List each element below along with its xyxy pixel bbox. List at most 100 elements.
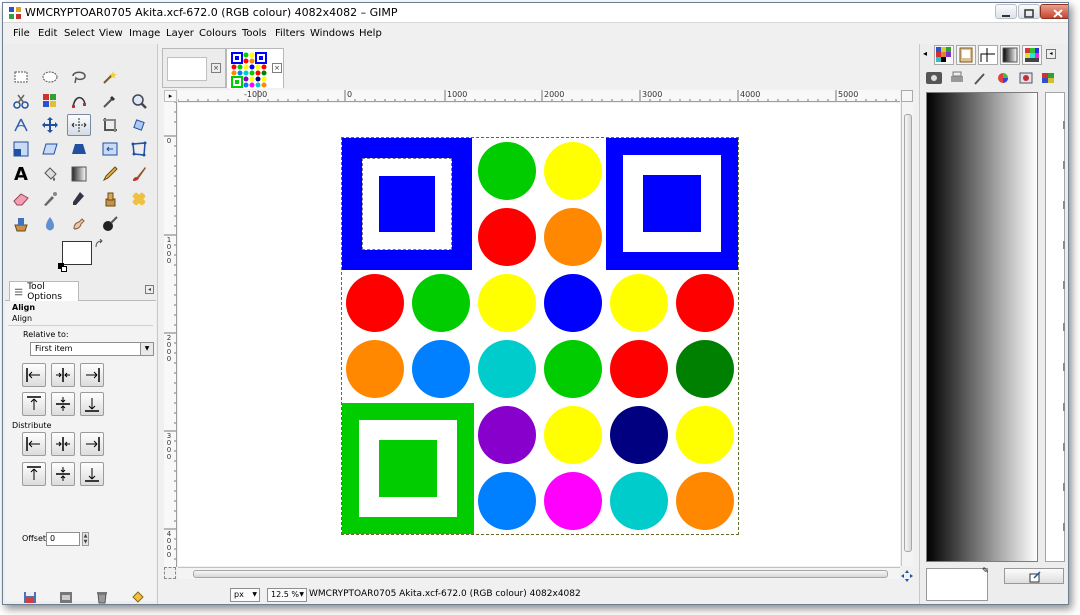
menu-layer[interactable]: Layer: [166, 28, 194, 39]
menu-filters[interactable]: Filters: [275, 28, 305, 39]
align-bottom-edge-button[interactable]: [80, 392, 104, 416]
color-wheel-icon[interactable]: [993, 70, 1013, 86]
vertical-scrollbar[interactable]: [901, 102, 913, 566]
align-right-edge-button[interactable]: [80, 363, 104, 387]
image-canvas[interactable]: [341, 137, 739, 535]
tool-presets-icon[interactable]: [924, 70, 944, 86]
perspective-clone-icon[interactable]: [9, 213, 33, 235]
blur-icon[interactable]: [38, 213, 62, 235]
gradient-preview[interactable]: [926, 92, 1038, 562]
dock-tab-menu-button[interactable]: ◂: [1046, 49, 1056, 59]
ink-icon[interactable]: [67, 188, 91, 210]
relative-to-select[interactable]: First item ▼: [30, 342, 154, 356]
eraser-icon[interactable]: [9, 188, 33, 210]
rotate-icon[interactable]: [127, 114, 151, 136]
paintbrush-icon[interactable]: [127, 163, 151, 185]
align-icon[interactable]: [67, 114, 91, 136]
minimize-button[interactable]: [995, 4, 1017, 19]
smudge-icon[interactable]: [67, 213, 91, 235]
swap-colors-icon[interactable]: [94, 239, 104, 249]
move-icon[interactable]: [38, 114, 62, 136]
vertical-scroll-thumb[interactable]: [904, 114, 912, 552]
menu-file[interactable]: File: [13, 28, 30, 39]
tab-gradients[interactable]: [1000, 45, 1020, 65]
default-colors-icon[interactable]: [58, 263, 67, 272]
zoom-to-fit-icon[interactable]: [901, 90, 913, 102]
save-options-icon[interactable]: [23, 589, 37, 603]
fg-bg-colors[interactable]: [58, 239, 108, 275]
distribute-h-center-button[interactable]: [51, 432, 75, 456]
restore-options-icon[interactable]: [59, 589, 73, 603]
fonts-icon[interactable]: [1016, 70, 1036, 86]
close-tab-icon[interactable]: ×: [272, 63, 282, 73]
distribute-top-button[interactable]: [22, 462, 46, 486]
crop-icon[interactable]: [98, 114, 122, 136]
dock-edit-button[interactable]: [1004, 568, 1064, 584]
tab-tool-options[interactable]: Tool Options: [9, 281, 79, 302]
menu-edit[interactable]: Edit: [38, 28, 57, 39]
horizontal-ruler[interactable]: -1000 0 1000 2000 3000 4000 5000: [178, 90, 900, 102]
ellipse-select-icon[interactable]: [38, 66, 62, 88]
tab-colormap[interactable]: [1022, 45, 1042, 65]
image-tab-akita[interactable]: ×: [226, 48, 284, 89]
scale-icon[interactable]: [9, 138, 33, 160]
tab-images[interactable]: [956, 45, 976, 65]
menu-windows[interactable]: Windows: [310, 28, 355, 39]
heal-icon[interactable]: [127, 188, 151, 210]
horizontal-scrollbar[interactable]: [178, 567, 900, 579]
distribute-left-button[interactable]: [22, 432, 46, 456]
distribute-right-button[interactable]: [80, 432, 104, 456]
brush-list[interactable]: [1045, 92, 1065, 562]
navigate-icon[interactable]: [901, 567, 913, 582]
offset-input[interactable]: 0: [46, 532, 80, 546]
zoom-select[interactable]: 12.5 % ▼: [267, 588, 307, 602]
rect-select-icon[interactable]: [9, 66, 33, 88]
text-icon[interactable]: A: [9, 163, 33, 185]
close-button[interactable]: [1040, 4, 1068, 19]
align-top-edge-button[interactable]: [22, 392, 46, 416]
close-tab-icon[interactable]: ×: [211, 63, 221, 73]
pencil-icon[interactable]: [98, 163, 122, 185]
paths-icon[interactable]: [67, 90, 91, 112]
tab-paths[interactable]: [978, 45, 998, 65]
delete-options-icon[interactable]: [95, 589, 109, 604]
menu-tools[interactable]: Tools: [242, 28, 267, 39]
color-picker-icon[interactable]: [98, 90, 122, 112]
printer-icon[interactable]: [947, 70, 967, 86]
scissors-icon[interactable]: [9, 90, 33, 112]
patterns-icon[interactable]: [1038, 70, 1058, 86]
shear-icon[interactable]: [38, 138, 62, 160]
vertical-ruler[interactable]: 0 1000 2000 3000 4000: [164, 102, 177, 567]
lasso-icon[interactable]: [67, 66, 91, 88]
menu-help[interactable]: Help: [359, 28, 382, 39]
menu-view[interactable]: View: [99, 28, 123, 39]
horizontal-scroll-thumb[interactable]: [193, 570, 888, 578]
dodge-burn-icon[interactable]: [98, 213, 122, 235]
offset-spin-buttons[interactable]: ▲ ▼: [82, 532, 89, 546]
brush-edit-icon[interactable]: ✎: [982, 566, 992, 576]
perspective-icon[interactable]: [67, 138, 91, 160]
cage-icon[interactable]: [127, 138, 151, 160]
fuzzy-select-icon[interactable]: [98, 66, 122, 88]
maximize-button[interactable]: [1018, 4, 1040, 19]
clone-icon[interactable]: [98, 188, 122, 210]
menu-image[interactable]: Image: [129, 28, 160, 39]
image-tab-blank[interactable]: ×: [162, 48, 226, 88]
distribute-bottom-button[interactable]: [80, 462, 104, 486]
blend-icon[interactable]: [67, 163, 91, 185]
menu-select[interactable]: Select: [64, 28, 95, 39]
color-select-icon[interactable]: [38, 90, 62, 112]
flip-icon[interactable]: [98, 138, 122, 160]
brush-icon[interactable]: [970, 70, 990, 86]
align-left-edge-button[interactable]: [22, 363, 46, 387]
quick-mask-icon[interactable]: [164, 567, 176, 579]
tab-menu-button[interactable]: ◂: [145, 285, 154, 294]
measure-icon[interactable]: [9, 114, 33, 136]
menu-colours[interactable]: Colours: [199, 28, 237, 39]
bucket-fill-icon[interactable]: [38, 163, 62, 185]
dock-menu-arrow-icon[interactable]: ◂: [923, 49, 927, 58]
ruler-corner-arrow-icon[interactable]: ▸: [164, 90, 177, 102]
zoom-icon[interactable]: [127, 90, 151, 112]
align-v-center-button[interactable]: [51, 392, 75, 416]
brush-preview-box[interactable]: [926, 568, 988, 601]
